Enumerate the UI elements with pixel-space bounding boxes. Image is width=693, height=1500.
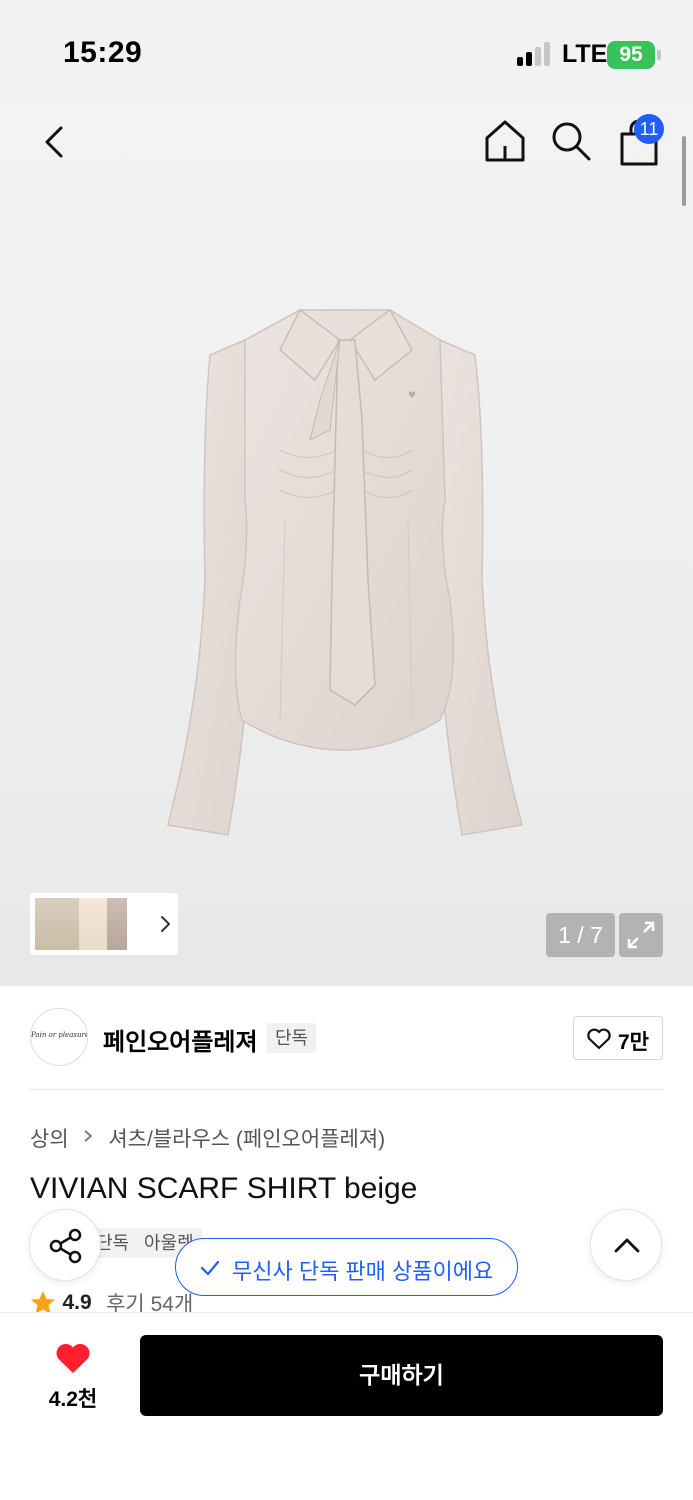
expand-button[interactable] <box>619 913 663 957</box>
cart-badge: 11 <box>634 114 664 144</box>
divider <box>30 1089 663 1090</box>
svg-text:♥: ♥ <box>408 391 416 401</box>
product-title: VIVIAN SCARF SHIRT beige <box>30 1172 418 1205</box>
wishlist-button[interactable]: 4.2천 <box>30 1335 116 1417</box>
network-label: LTE <box>562 40 608 68</box>
exclusive-tag: 단독 <box>267 1023 317 1053</box>
battery-icon: 95 <box>607 41 655 69</box>
thumbnail[interactable] <box>79 898 107 950</box>
status-bar: 15:29 LTE 95 <box>0 0 693 110</box>
wishlist-count: 4.2천 <box>48 1388 98 1411</box>
product-image[interactable]: ♥ <box>150 280 540 840</box>
signal-icon <box>517 42 553 66</box>
back-icon[interactable] <box>36 122 76 162</box>
product-gallery[interactable]: ♥ 1 / 7 <box>0 110 693 986</box>
brand-row: Pain or pleasure 페인오어플레져 단독 7만 <box>0 986 693 1090</box>
exclusive-toast: 무신사 단독 판매 상품이에요 <box>175 1238 518 1296</box>
brand-like-button[interactable]: 7만 <box>573 1016 663 1060</box>
brand-like-count: 7만 <box>618 1031 649 1054</box>
buy-button[interactable]: 구매하기 <box>140 1335 663 1416</box>
heart-outline-icon <box>587 1028 611 1050</box>
bottom-bar: 4.2천 구매하기 <box>0 1312 693 1500</box>
brand-logo[interactable]: Pain or pleasure <box>30 1008 88 1066</box>
page-counter: 1 / 7 <box>546 913 615 957</box>
chevron-up-icon <box>614 1238 640 1253</box>
brand-logo-text: Pain or pleasure <box>31 1031 88 1039</box>
expand-icon <box>627 921 655 949</box>
heart-filled-icon <box>56 1343 90 1373</box>
thumbnail-strip[interactable] <box>30 893 178 955</box>
chevron-right-icon[interactable] <box>156 913 174 935</box>
check-icon <box>200 1260 220 1276</box>
search-icon[interactable] <box>550 118 592 162</box>
breadcrumb: 상의 셔츠/블라우스 (페인오어플레져) <box>30 1123 385 1153</box>
thumbnail[interactable] <box>107 898 127 950</box>
toast-text: 무신사 단독 판매 상품이에요 <box>232 1259 494 1284</box>
battery-cap <box>657 50 661 60</box>
breadcrumb-subcategory[interactable]: 셔츠/블라우스 (페인오어플레져) <box>108 1123 385 1153</box>
scroll-top-button[interactable] <box>590 1209 662 1281</box>
share-icon <box>49 1228 82 1264</box>
chevron-right-icon <box>82 1126 94 1150</box>
brand-name[interactable]: 페인오어플레져 <box>103 1022 258 1057</box>
thumbnail[interactable] <box>35 898 79 950</box>
scrollbar[interactable] <box>682 136 686 206</box>
breadcrumb-category[interactable]: 상의 <box>30 1123 69 1153</box>
share-button[interactable] <box>29 1209 101 1281</box>
status-time: 15:29 <box>63 36 143 69</box>
home-icon[interactable] <box>483 118 527 164</box>
